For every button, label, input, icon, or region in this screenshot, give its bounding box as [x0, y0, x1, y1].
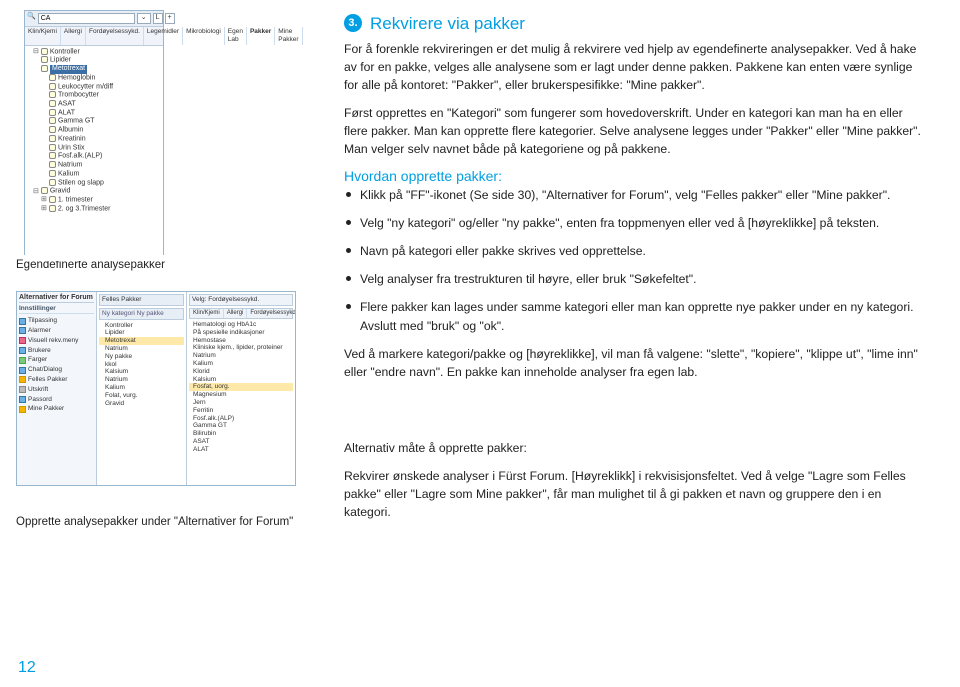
mini2-mid-node: kkol	[99, 361, 184, 369]
caption-opprette: Opprette analysepakker under "Alternativ…	[16, 516, 316, 528]
mini1-tab: Legemidler	[144, 27, 183, 45]
mini2-right-node: Jern	[189, 399, 293, 407]
mini1-tree-node: Natrium	[29, 161, 161, 170]
screenshot-analysis-packages: 🔍 ⌄ L + Klin/KjemiAllergiFordøyelsessykd…	[24, 10, 164, 255]
mini2-side-item: Tilpassing	[19, 316, 94, 326]
bullet-item: Klikk på "FF"-ikonet (Se side 30), "Alte…	[344, 186, 924, 204]
mini2-right-node: Natrium	[189, 352, 293, 360]
mini2-right-node: Bilirubin	[189, 430, 293, 438]
mini2-right-node: Fosfat, uorg.	[189, 383, 293, 391]
mini1-tree-node: Trombocytter	[29, 91, 161, 100]
mini1-tab: Klin/Kjemi	[25, 27, 61, 45]
mini2-right-node: Ferritin	[189, 407, 293, 415]
mini1-tree-node: Urin Stix	[29, 144, 161, 153]
mini1-tree-node: Stilen og slapp	[29, 179, 161, 188]
mini2-right-node: ASAT	[189, 438, 293, 446]
mid-header: Felles Pakker	[99, 294, 184, 306]
mini2-right-node: Gamma GT	[189, 422, 293, 430]
mini1-tree-node: 1. trimester	[29, 196, 161, 205]
mini2-right-tab: Allergi	[224, 309, 248, 318]
after-bullets-paragraph: Ved å markere kategori/pakke og [høyrekl…	[344, 345, 924, 381]
mini1-tree-node: Kreatinin	[29, 135, 161, 144]
mini1-search	[38, 13, 135, 24]
mini1-tab: Allergi	[61, 27, 86, 45]
mini1-tree-node: Kontroller	[29, 48, 161, 57]
howto-heading: Hvordan opprette pakker:	[344, 168, 924, 184]
mini2-side-item: Felles Pakker	[19, 375, 94, 385]
mini1-tree-node: Metotrexat	[29, 65, 161, 74]
step-number-badge: 3.	[344, 14, 362, 32]
mini2-mid-node: Metotrexat	[99, 337, 184, 345]
mini2-right-node: Kalium	[189, 360, 293, 368]
mini1-tab: Fordøyelsessykd.	[86, 27, 144, 45]
mini2-side-item: Visuell rekv.meny	[19, 336, 94, 346]
mini2-mid-node: Folat, vurg.	[99, 392, 184, 400]
mini1-tree-node: Lipider	[29, 56, 161, 65]
mini2-right-tab: Klin/Kjemi	[190, 309, 224, 318]
mini2-side-item: Alarmer	[19, 326, 94, 336]
mini2-mid-node: Kalsium	[99, 368, 184, 376]
mini1-tree-node: Albumin	[29, 126, 161, 135]
mini1-tree-node: Kalium	[29, 170, 161, 179]
mini2-side-item: Chat/Dialog	[19, 365, 94, 375]
section-headline: Rekvirere via pakker	[370, 14, 525, 34]
howto-bullet-list: Klikk på "FF"-ikonet (Se side 30), "Alte…	[344, 186, 924, 334]
mini2-right-node: ALAT	[189, 446, 293, 454]
caption-egendefinerte: Egendefinerte analysepakker	[16, 259, 316, 271]
intro-paragraph: For å forenkle rekvireringen er det muli…	[344, 40, 924, 94]
bullet-item: Navn på kategori eller pakke skrives ved…	[344, 242, 924, 260]
mini1-tree-node: ASAT	[29, 100, 161, 109]
bullet-item: Velg "ny kategori" og/eller "ny pakke", …	[344, 214, 924, 232]
mini2-mid-node: Lipider	[99, 329, 184, 337]
mini2-right-node: Kliniske kjem., lipider, proteiner	[189, 344, 293, 352]
mini2-right-tab: Fordøyelsessykd.	[247, 309, 295, 318]
mini1-tree-node: ALAT	[29, 109, 161, 118]
mini1-tree-node: Hemoglobin	[29, 74, 161, 83]
mini2-side-item: Brukere	[19, 346, 94, 356]
mini2-mid-node: Natrium	[99, 376, 184, 384]
bullet-item: Velg analyser fra trestrukturen til høyr…	[344, 270, 924, 288]
mini1-tree-node: Gravid	[29, 187, 161, 196]
mini2-mid-node: Natrium	[99, 345, 184, 353]
mini1-tab: Pakker	[247, 27, 275, 45]
mini1-tree-node: Gamma GT	[29, 117, 161, 126]
bullet-item: Flere pakker kan lages under samme kateg…	[344, 298, 924, 334]
mini2-side-item: Utskrift	[19, 385, 94, 395]
second-paragraph: Først opprettes en "Kategori" som funger…	[344, 104, 924, 158]
mini2-side-item: Farger	[19, 355, 94, 365]
mini1-tab: Mikrobiologi	[183, 27, 225, 45]
mini2-right-node: Hemostase	[189, 337, 293, 345]
right-search: Velg: Fordøyelsessykd.	[189, 294, 293, 306]
mini2-mid-node: Kontroller	[99, 322, 184, 330]
mini2-right-node: Klorid	[189, 368, 293, 376]
mini2-side-item: Mine Pakker	[19, 404, 94, 414]
mini2-mid-node: Ny pakke	[99, 353, 184, 361]
mini2-right-node: Kalsium	[189, 376, 293, 384]
mini2-side-item: Passord	[19, 395, 94, 405]
mini2-right-node: Hematologi og HbA1c	[189, 321, 293, 329]
screenshot-alternativer-forum: Alternativer for Forum InnstillingerTilp…	[16, 291, 296, 486]
mini1-tree-node: Leukocytter m/diff	[29, 83, 161, 92]
mini1-tab: Mine Pakker	[275, 27, 302, 45]
mini1-tab: Egen Lab	[225, 27, 247, 45]
mini1-tree-node: 2. og 3.Trimester	[29, 205, 161, 214]
mini1-tree-node: Fosf.alk.(ALP)	[29, 152, 161, 161]
mini2-right-node: På spesielle indikasjoner	[189, 329, 293, 337]
mid-toolbar: Ny kategori Ny pakke	[99, 308, 184, 320]
mini2-mid-node: Gravid	[99, 400, 184, 408]
page-number: 12	[18, 659, 36, 677]
alt-paragraph: Rekvirer ønskede analyser i Fürst Forum.…	[344, 467, 924, 521]
mini2-right-node: Magnesium	[189, 391, 293, 399]
mini2-mid-node: Kalium	[99, 384, 184, 392]
mini2-right-node: Fosf.alk.(ALP)	[189, 415, 293, 423]
alt-heading: Alternativ måte å opprette pakker:	[344, 439, 924, 457]
